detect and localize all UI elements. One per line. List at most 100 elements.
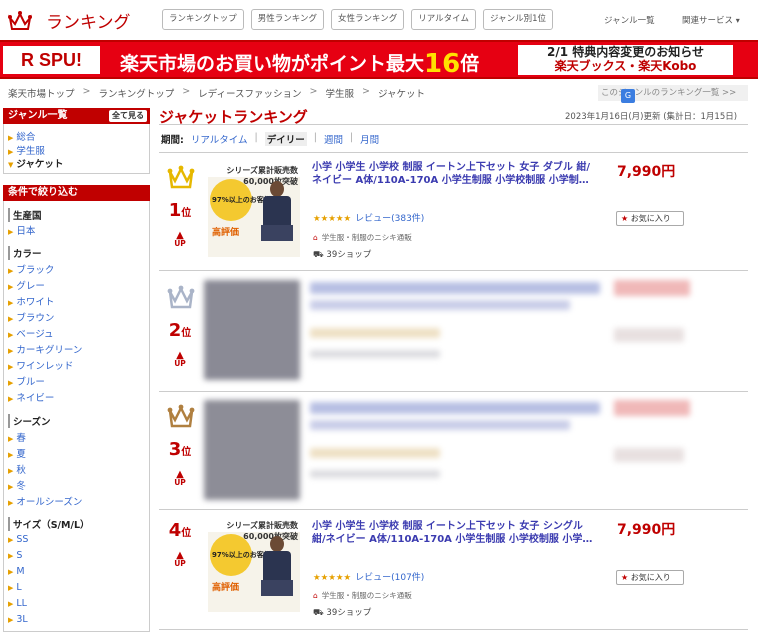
rank-suffix: 位 <box>181 447 192 458</box>
up-label: UP <box>174 478 186 487</box>
nav-realtime[interactable]: リアルタイム <box>411 9 476 30</box>
filter-item[interactable]: ▶ ネイビー <box>8 390 54 404</box>
thumb-caption: シリーズ累計販売数 60,000枚突破 <box>208 165 300 186</box>
favorite-label: お気に入り <box>630 573 671 582</box>
product-thumbnail[interactable]: シリーズ累計販売数 60,000枚突破 97%以上のお客様から 高評価 <box>208 165 300 257</box>
filter-item[interactable]: ▶ 冬 <box>8 478 26 492</box>
shop-count-label: 39ショップ <box>326 250 372 260</box>
breadcrumb-item[interactable]: ジャケット <box>378 86 425 100</box>
blurred-title[interactable] <box>310 282 600 294</box>
filter-label: オールシーズン <box>16 497 83 508</box>
blurred-favorite-button[interactable] <box>614 448 684 462</box>
filter-label: 3L <box>16 614 28 625</box>
logo-text: ランキング <box>46 13 131 33</box>
filter-item[interactable]: ▶ カーキグリーン <box>8 342 82 356</box>
shop-count[interactable]: ⛟ 39ショップ <box>313 606 371 619</box>
filter-label: ネイビー <box>16 393 55 404</box>
filter-label: ホワイト <box>16 297 55 308</box>
nav-ranking-top[interactable]: ランキングトップ <box>162 9 244 30</box>
header: ランキング ランキングトップ 男性ランキング 女性ランキング リアルタイム ジャ… <box>0 0 758 40</box>
filter-item[interactable]: ▶ M <box>8 566 25 577</box>
crown-logo-icon <box>8 10 32 30</box>
related-services-menu[interactable]: 関連サービス ▾ <box>682 14 740 26</box>
filter-item[interactable]: ▶ L <box>8 582 22 593</box>
filter-item[interactable]: ▶ ブラック <box>8 262 54 276</box>
genre-list-link[interactable]: ジャンル一覧 <box>604 14 655 26</box>
triangle-icon: ▶ <box>8 499 14 507</box>
blurred-thumbnail[interactable] <box>204 400 300 500</box>
shop-count-icon: ⛟ <box>313 608 324 618</box>
thumb-high-rating: 高評価 <box>212 228 240 238</box>
filter-item[interactable]: ▶ SS <box>8 534 28 545</box>
blurred-thumbnail[interactable] <box>204 280 300 380</box>
genre-label: ジャケット <box>16 159 64 170</box>
filter-label: S <box>16 550 23 561</box>
triangle-icon: ▶ <box>8 395 14 403</box>
shop-count[interactable]: ⛟ 39ショップ <box>313 248 371 261</box>
blurred-favorite-button[interactable] <box>614 328 684 342</box>
blurred-title[interactable] <box>310 402 600 414</box>
triangle-icon: ▶ <box>8 600 14 608</box>
notice-box[interactable]: 2/1 特典内容変更のお知らせ 楽天ブックス・楽天Kobo <box>518 45 733 75</box>
favorite-button[interactable]: ★ お気に入り <box>616 211 684 226</box>
filter-item[interactable]: ▶ ブルー <box>8 374 45 388</box>
genre-label: 総合 <box>16 132 36 143</box>
filter-item[interactable]: ▶ オールシーズン <box>8 494 82 508</box>
breadcrumb-item[interactable]: レディースファッション <box>198 86 301 100</box>
filter-item[interactable]: ▶ 秋 <box>8 462 26 476</box>
genre-item-jacket[interactable]: ▼ ジャケット <box>8 156 63 170</box>
promo-banner[interactable]: R SPU! 楽天市場のお買い物がポイント最大16倍 2/1 特典内容変更のお知… <box>0 40 758 79</box>
breadcrumb-item[interactable]: 学生服 <box>326 86 355 100</box>
nav-women-ranking[interactable]: 女性ランキング <box>331 9 405 30</box>
product-title-link[interactable]: 小学 小学生 小学校 制服 イートン上下セット 女子 シングル 紺/ネイビー A… <box>312 520 596 546</box>
filter-item[interactable]: ▶ LL <box>8 598 27 609</box>
tab-realtime[interactable]: リアルタイム <box>191 132 248 146</box>
filter-item[interactable]: ▶ 春 <box>8 430 26 444</box>
filter-item[interactable]: ▶ ベージュ <box>8 326 54 340</box>
filter-item[interactable]: ▶ 夏 <box>8 446 26 460</box>
breadcrumb-item[interactable]: 楽天市場トップ <box>8 86 75 100</box>
show-all-button[interactable]: 全て見る <box>109 110 147 122</box>
nav-men-ranking[interactable]: 男性ランキング <box>250 9 324 30</box>
review-link[interactable]: レビュー(107件) <box>355 573 424 583</box>
filter-item[interactable]: ▶ ワインレッド <box>8 358 73 372</box>
blurred-title <box>310 300 570 310</box>
product-thumbnail[interactable]: シリーズ累計販売数 60,000枚突破 97%以上のお客様から 高評価 <box>208 520 300 612</box>
product-price: 7,990円 <box>617 164 676 180</box>
triangle-icon: ▶ <box>8 267 14 275</box>
rating: ★★★★★ レビュー(107件) <box>313 570 424 583</box>
translate-icon[interactable]: G <box>621 89 635 103</box>
nav-genre-first[interactable]: ジャンル別1位 <box>483 9 553 30</box>
triangle-icon: ▶ <box>8 134 14 142</box>
top-nav: ランキングトップ 男性ランキング 女性ランキング リアルタイム ジャンル別1位 <box>162 9 553 30</box>
filter-label: ワインレッド <box>16 361 74 372</box>
genre-item-all[interactable]: ▶ 総合 <box>8 129 35 143</box>
rank-up-badge: ▲ UP <box>170 551 190 568</box>
filter-item[interactable]: ▶ 日本 <box>8 223 35 237</box>
thumb-caption: シリーズ累計販売数 60,000枚突破 <box>208 520 300 541</box>
shop-link[interactable]: ⌂ 学生服・制服のニシキ通販 <box>313 590 412 601</box>
ranking-logo[interactable]: ランキング <box>8 8 131 33</box>
promo-unit: 倍 <box>460 53 480 75</box>
breadcrumb-sep: > <box>362 86 370 97</box>
period-tabs: 期間: リアルタイム | デイリー | 週間 | 月間 <box>161 132 379 146</box>
breadcrumb-item[interactable]: ランキングトップ <box>98 86 174 100</box>
rank-number: 2位 <box>165 320 195 341</box>
review-link[interactable]: レビュー(383件) <box>355 214 424 224</box>
filter-item[interactable]: ▶ 3L <box>8 614 28 625</box>
filter-item[interactable]: ▶ ホワイト <box>8 294 54 308</box>
filter-header: 条件で絞り込む <box>3 185 150 201</box>
tab-weekly[interactable]: 週間 <box>324 132 343 146</box>
tab-monthly[interactable]: 月間 <box>360 132 379 146</box>
filter-item[interactable]: ▶ S <box>8 550 22 561</box>
favorite-button[interactable]: ★ お気に入り <box>616 570 684 585</box>
filter-item[interactable]: ▶ ブラウン <box>8 310 54 324</box>
product-title-link[interactable]: 小学 小学生 小学校 制服 イートン上下セット 女子 ダブル 紺/ネイビー A体… <box>312 161 596 187</box>
tab-daily[interactable]: デイリー <box>264 132 307 146</box>
triangle-icon: ▶ <box>8 363 14 371</box>
up-label: UP <box>174 239 186 248</box>
filter-item[interactable]: ▶ グレー <box>8 278 45 292</box>
shop-link[interactable]: ⌂ 学生服・制服のニシキ通販 <box>313 232 412 243</box>
genre-item-uniform[interactable]: ▶ 学生服 <box>8 143 45 157</box>
filter-label: ブラック <box>16 265 55 276</box>
